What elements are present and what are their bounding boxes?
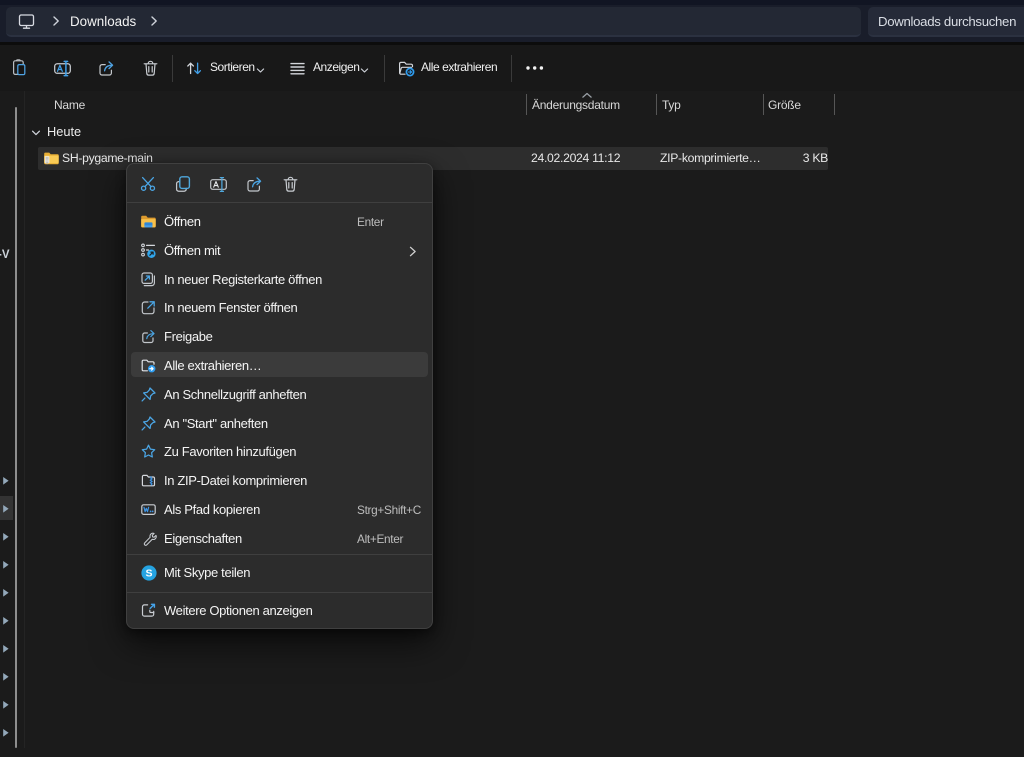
svg-text:S: S bbox=[145, 567, 152, 579]
